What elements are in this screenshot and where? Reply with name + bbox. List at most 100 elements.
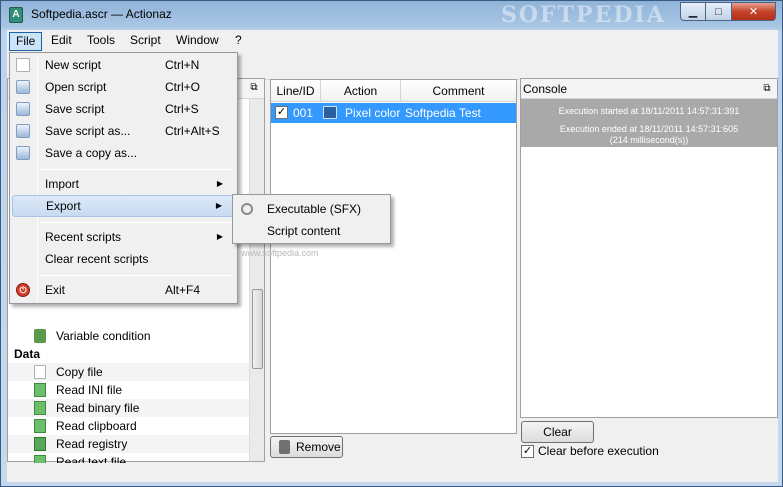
registry-icon — [34, 437, 46, 451]
menu-label: Script content — [267, 224, 341, 238]
clipboard-icon — [34, 419, 46, 433]
actions-scrollbar[interactable] — [249, 99, 264, 461]
menu-tools[interactable]: Tools — [81, 32, 121, 51]
menu-label: New script — [45, 58, 102, 72]
menu-label: Executable (SFX) — [267, 202, 362, 216]
menu-recent-scripts[interactable]: Recent scripts ▶ — [12, 226, 235, 248]
menu-export-script-content[interactable]: Script content — [235, 220, 388, 242]
menu-import[interactable]: Import ▶ — [12, 173, 235, 195]
menu-label: Open script — [45, 80, 107, 94]
menu-label: Export — [46, 199, 81, 213]
table-row[interactable]: ✓ 001 Pixel color Softpedia Test — [271, 103, 516, 123]
menu-label: Save script as... — [45, 124, 131, 138]
remove-button[interactable]: Remove — [270, 436, 343, 458]
menu-bar: File Edit Tools Script Window ? — [7, 30, 778, 52]
row-action: Pixel color — [345, 106, 401, 120]
close-button[interactable]: ✕ — [732, 2, 776, 21]
remove-button-label: Remove — [296, 440, 341, 454]
magnifier-icon — [241, 203, 253, 215]
console-panel: Console ⧉ Execution started at 18/11/201… — [520, 78, 778, 418]
row-enabled-checkbox[interactable]: ✓ — [275, 106, 288, 119]
window-controls: ▁ □ ✕ — [680, 2, 776, 21]
menu-script[interactable]: Script — [124, 32, 167, 51]
save-copy-icon — [16, 146, 30, 160]
menu-save-script-as[interactable]: Save script as... Ctrl+Alt+S — [12, 120, 235, 142]
variable-condition-icon — [34, 329, 46, 343]
submenu-arrow-icon: ▶ — [215, 201, 222, 210]
column-action[interactable]: Action — [321, 80, 401, 102]
menu-label: Clear recent scripts — [45, 252, 149, 266]
exit-icon: ⏻ — [16, 283, 30, 297]
menu-separator — [40, 275, 233, 276]
softpedia-watermark: SOFTPEDIA — [501, 2, 666, 28]
submenu-arrow-icon: ▶ — [216, 179, 223, 188]
menu-open-script[interactable]: Open script Ctrl+O — [12, 76, 235, 98]
tree-item[interactable]: Read registry — [8, 435, 249, 453]
tree-item[interactable]: Read binary file — [8, 399, 249, 417]
console-log: Execution started at 18/11/2011 14:57:31… — [521, 99, 777, 147]
tree-item-label: Variable condition — [56, 329, 151, 343]
menu-shortcut: Alt+F4 — [165, 283, 201, 297]
menu-label: Recent scripts — [45, 230, 122, 244]
menu-save-copy-as[interactable]: Save a copy as... — [12, 142, 235, 164]
menu-label: Import — [45, 177, 80, 191]
menu-window[interactable]: Window — [170, 32, 225, 51]
tree-item[interactable]: Copy file — [8, 363, 249, 381]
menu-shortcut: Ctrl+N — [165, 58, 200, 72]
monitor-icon — [323, 106, 337, 119]
softpedia-url-watermark: www.softpedia.com — [241, 248, 319, 258]
title-bar[interactable]: A Softpedia.ascr — Actionaz SOFTPEDIA ▁ … — [1, 1, 782, 29]
menu-label: Exit — [45, 283, 66, 297]
category-data[interactable]: Data — [14, 345, 40, 363]
tree-item[interactable]: Read text file — [8, 453, 249, 463]
log-line: (214 millisecond(s)) — [609, 135, 689, 145]
menu-exit[interactable]: ⏻ Exit Alt+F4 — [12, 279, 235, 301]
row-line-id: 001 — [293, 106, 314, 120]
tree-item[interactable]: Read INI file — [8, 381, 249, 399]
menu-help[interactable]: ? — [229, 32, 248, 51]
tree-item-label: Read registry — [56, 437, 128, 451]
minimize-button[interactable]: ▁ — [680, 2, 706, 21]
undock-icon[interactable]: ⧉ — [761, 83, 773, 95]
column-line-id[interactable]: Line/ID — [271, 80, 321, 102]
tree-item-label: Read clipboard — [56, 419, 137, 433]
tree-item[interactable]: Variable condition — [8, 327, 249, 345]
menu-edit[interactable]: Edit — [45, 32, 78, 51]
scrollbar-thumb[interactable] — [252, 289, 263, 369]
open-icon — [16, 80, 30, 94]
menu-file[interactable]: File — [9, 32, 43, 51]
console-title: Console — [521, 79, 777, 99]
text-file-icon — [34, 455, 46, 463]
menu-export[interactable]: Export ▶ — [12, 195, 235, 217]
menu-save-script[interactable]: Save script Ctrl+S — [12, 98, 235, 120]
menu-shortcut: Ctrl+S — [165, 102, 199, 116]
new-document-icon — [16, 58, 30, 72]
tree-item[interactable]: Read clipboard — [8, 417, 249, 435]
tree-item-label: Read text file — [56, 455, 127, 463]
menu-clear-recent-scripts[interactable]: Clear recent scripts — [12, 248, 235, 270]
ini-file-icon — [34, 383, 46, 397]
file-menu-dropdown: New script Ctrl+N Open script Ctrl+O Sav… — [9, 52, 238, 304]
log-line: Execution started at 18/11/2011 14:57:31… — [558, 106, 740, 116]
row-comment: Softpedia Test — [405, 106, 481, 120]
clear-console-button[interactable]: Clear — [521, 421, 594, 443]
clear-before-execution-label: Clear before execution — [538, 444, 659, 458]
log-line: Execution ended at 18/11/2011 14:57:31:6… — [559, 124, 739, 134]
clear-before-execution-checkbox[interactable]: ✓ — [521, 445, 534, 458]
menu-shortcut: Ctrl+O — [165, 80, 201, 94]
menu-new-script[interactable]: New script Ctrl+N — [12, 54, 235, 76]
app-window: A Softpedia.ascr — Actionaz SOFTPEDIA ▁ … — [0, 0, 783, 487]
menu-export-executable[interactable]: Executable (SFX) — [235, 198, 388, 220]
binary-file-icon — [34, 401, 46, 415]
tree-item-label: Copy file — [56, 365, 103, 379]
submenu-arrow-icon: ▶ — [216, 232, 223, 241]
undock-icon[interactable]: ⧉ — [248, 82, 260, 94]
menu-separator — [40, 222, 233, 223]
menu-label: Save script — [45, 102, 105, 116]
trash-icon — [279, 440, 290, 454]
maximize-button[interactable]: □ — [706, 2, 732, 21]
window-title: Softpedia.ascr — Actionaz — [31, 7, 172, 21]
menu-label: Save a copy as... — [45, 146, 138, 160]
column-comment[interactable]: Comment — [401, 80, 516, 102]
actionaz-app-icon: A — [9, 7, 23, 23]
